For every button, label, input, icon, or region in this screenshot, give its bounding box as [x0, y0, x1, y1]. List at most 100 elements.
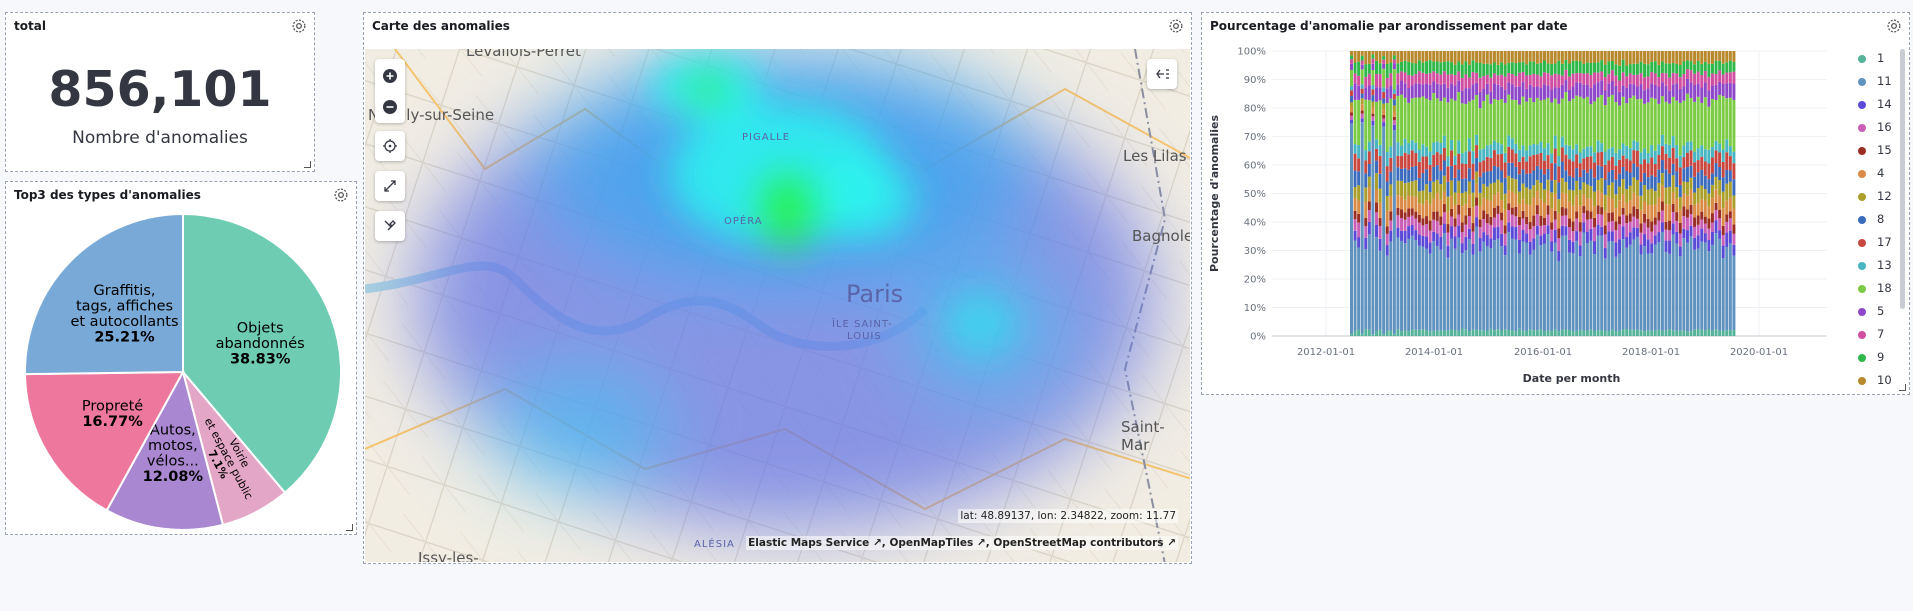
bar-segment[interactable] [1589, 146, 1593, 157]
bar-segment[interactable] [1693, 51, 1697, 65]
attribution-link[interactable]: OpenMapTiles [889, 537, 973, 549]
bar-segment[interactable] [1646, 253, 1650, 331]
bar-segment[interactable] [1453, 85, 1457, 101]
bar-segment[interactable] [1560, 215, 1564, 226]
bar-segment[interactable] [1442, 51, 1446, 62]
bar-segment[interactable] [1460, 51, 1464, 65]
bar-segment[interactable] [1553, 51, 1557, 64]
bar-segment[interactable] [1403, 168, 1407, 184]
bar-segment[interactable] [1600, 226, 1604, 236]
bar-segment[interactable] [1400, 218, 1404, 231]
bar-segment[interactable] [1668, 77, 1672, 91]
bar-segment[interactable] [1607, 231, 1611, 242]
bar-segment[interactable] [1668, 230, 1672, 241]
bar-segment[interactable] [1646, 88, 1650, 103]
bar-segment[interactable] [1482, 100, 1486, 149]
bar-segment[interactable] [1682, 216, 1686, 229]
bar-segment[interactable] [1728, 329, 1732, 336]
bar-segment[interactable] [1660, 61, 1664, 73]
bar-segment[interactable] [1453, 236, 1457, 249]
bar-segment[interactable] [1407, 154, 1411, 170]
bar-segment[interactable] [1414, 63, 1418, 75]
bar-segment[interactable] [1425, 51, 1429, 62]
bar-segment[interactable] [1557, 238, 1561, 251]
bar-segment[interactable] [1439, 84, 1443, 102]
bar-segment[interactable] [1614, 165, 1618, 180]
bar-segment[interactable] [1696, 83, 1700, 97]
bar-segment[interactable] [1696, 215, 1700, 225]
bar-segment[interactable] [1500, 144, 1504, 155]
gear-icon[interactable] [290, 17, 308, 35]
bar-segment[interactable] [1603, 234, 1607, 249]
bar-segment[interactable] [1385, 226, 1389, 234]
bar-segment[interactable] [1675, 73, 1679, 84]
bar-segment[interactable] [1535, 191, 1539, 206]
bar-segment[interactable] [1660, 222, 1664, 232]
bar-segment[interactable] [1632, 140, 1636, 151]
bar-segment[interactable] [1403, 212, 1407, 220]
bar-segment[interactable] [1707, 149, 1711, 164]
bar-segment[interactable] [1639, 223, 1643, 233]
bar-segment[interactable] [1464, 74, 1468, 89]
bar-segment[interactable] [1428, 220, 1432, 231]
bar-segment[interactable] [1621, 214, 1625, 227]
bar-segment[interactable] [1575, 330, 1579, 336]
bar-segment[interactable] [1489, 51, 1493, 65]
bar-segment[interactable] [1385, 63, 1389, 78]
bar-segment[interactable] [1596, 165, 1600, 180]
bar-segment[interactable] [1475, 62, 1479, 73]
bar-segment[interactable] [1435, 61, 1439, 74]
bar-segment[interactable] [1589, 156, 1593, 169]
bar-segment[interactable] [1703, 200, 1707, 217]
bar-segment[interactable] [1614, 194, 1618, 208]
bar-segment[interactable] [1714, 189, 1718, 203]
bar-segment[interactable] [1639, 98, 1643, 153]
bar-segment[interactable] [1528, 156, 1532, 174]
bar-segment[interactable] [1635, 236, 1639, 330]
bar-segment[interactable] [1693, 204, 1697, 218]
bar-segment[interactable] [1375, 60, 1378, 75]
bar-segment[interactable] [1460, 103, 1464, 154]
bar-segment[interactable] [1632, 63, 1636, 75]
bar-segment[interactable] [1643, 213, 1647, 223]
bar-segment[interactable] [1360, 113, 1364, 119]
bar-segment[interactable] [1503, 193, 1507, 210]
bar-segment[interactable] [1678, 209, 1682, 223]
bar-segment[interactable] [1410, 329, 1414, 336]
bar-segment[interactable] [1668, 204, 1672, 221]
bar-segment[interactable] [1371, 101, 1375, 107]
bar-segment[interactable] [1585, 84, 1589, 97]
bar-segment[interactable] [1507, 210, 1511, 223]
bar-segment[interactable] [1425, 73, 1429, 84]
bar-segment[interactable] [1460, 232, 1464, 244]
bar-segment[interactable] [1417, 234, 1421, 246]
bar-segment[interactable] [1396, 84, 1400, 96]
bar-segment[interactable] [1517, 62, 1521, 73]
bar-segment[interactable] [1503, 89, 1507, 103]
bar-segment[interactable] [1446, 166, 1450, 182]
bar-segment[interactable] [1496, 329, 1500, 336]
bar-segment[interactable] [1421, 190, 1425, 205]
fit-bounds-button[interactable] [375, 131, 405, 161]
bar-segment[interactable] [1350, 119, 1353, 124]
bar-segment[interactable] [1578, 189, 1582, 206]
bar-segment[interactable] [1392, 93, 1396, 100]
bar-segment[interactable] [1593, 241, 1597, 255]
bar-segment[interactable] [1364, 329, 1368, 336]
bar-segment[interactable] [1492, 207, 1496, 218]
bar-segment[interactable] [1503, 152, 1507, 163]
bar-segment[interactable] [1435, 165, 1439, 180]
attribution-link[interactable]: OpenStreetMap contributors [993, 537, 1163, 549]
bar-segment[interactable] [1678, 330, 1682, 336]
bar-segment[interactable] [1439, 184, 1443, 200]
attribution-link[interactable]: Elastic Maps Service [748, 537, 869, 549]
bar-segment[interactable] [1703, 189, 1707, 201]
bar-segment[interactable] [1378, 225, 1382, 239]
bar-segment[interactable] [1700, 51, 1704, 64]
bar-segment[interactable] [1560, 98, 1564, 137]
bar-segment[interactable] [1464, 224, 1468, 237]
bar-segment[interactable] [1596, 179, 1600, 191]
bar-segment[interactable] [1400, 94, 1404, 146]
bar-segment[interactable] [1400, 51, 1404, 62]
bar-segment[interactable] [1503, 245, 1507, 256]
